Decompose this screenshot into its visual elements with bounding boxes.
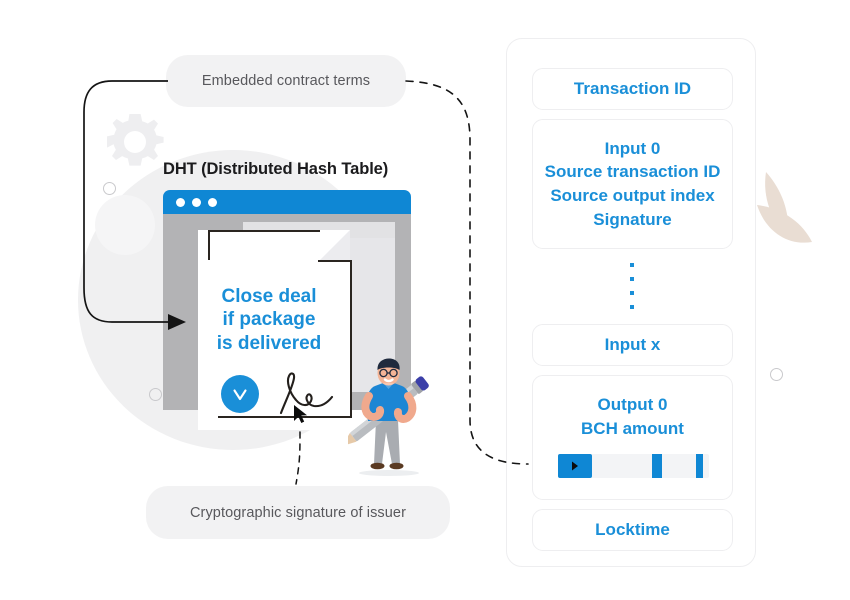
- signature-leader-path: [295, 431, 301, 485]
- solid-connector-arrowhead: [168, 314, 186, 330]
- dashed-connector-path: [405, 80, 529, 465]
- connector-lines: [83, 80, 529, 485]
- solid-connector-path: [83, 80, 170, 323]
- diagram-canvas: DHT (Distributed Hash Table) Close deal …: [0, 0, 850, 600]
